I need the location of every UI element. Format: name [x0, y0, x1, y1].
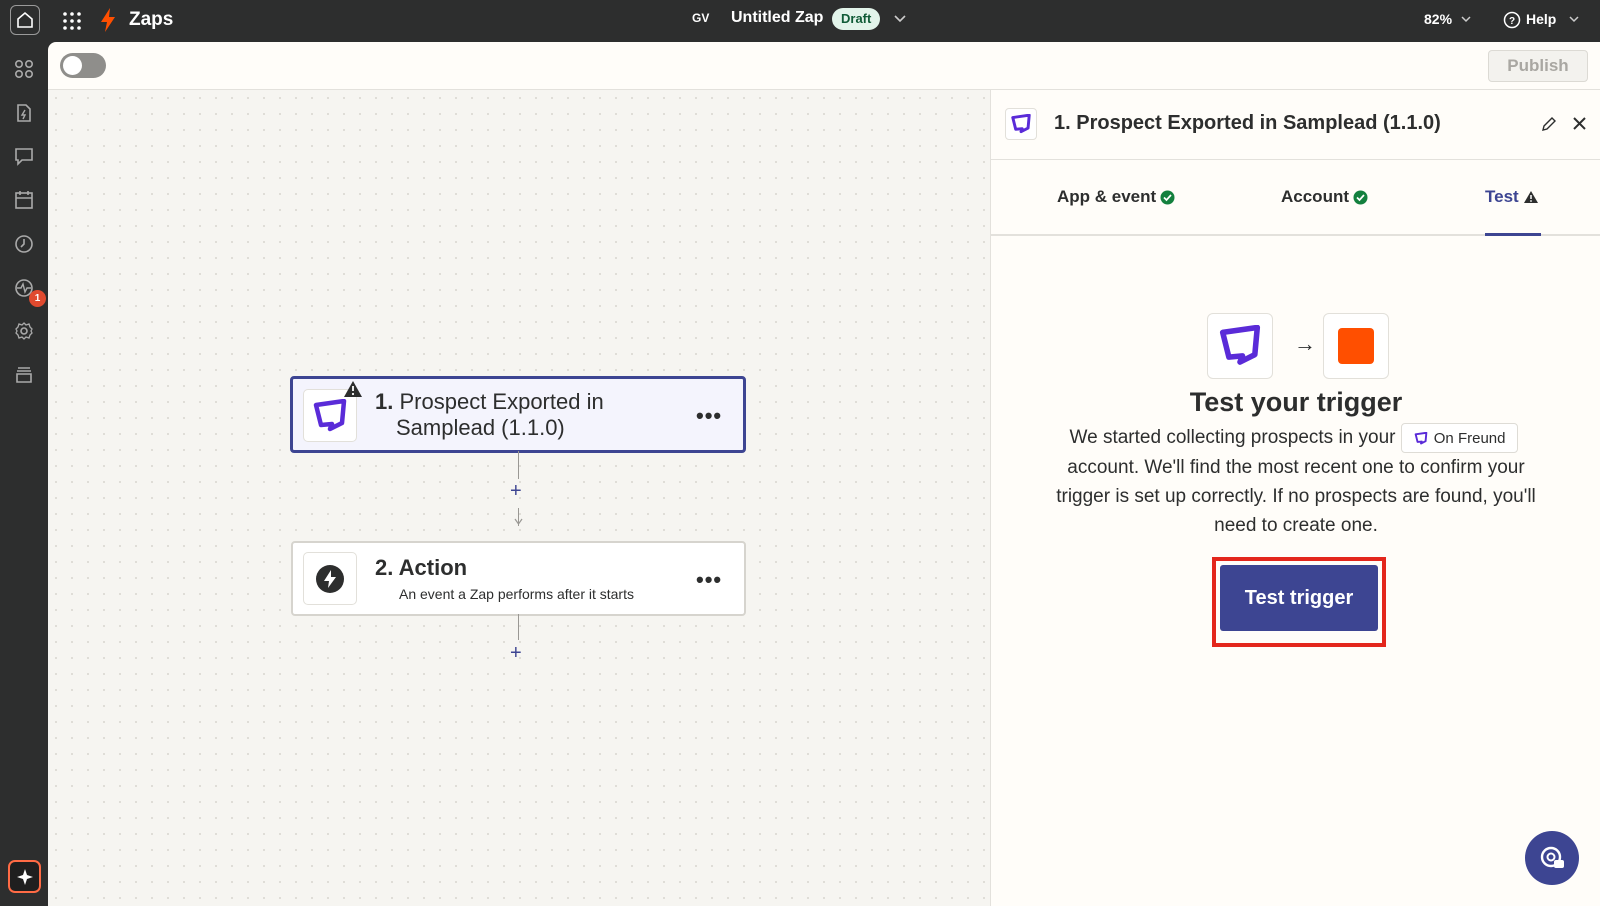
- account-name: On Freund: [1433, 429, 1506, 447]
- edit-pencil-icon[interactable]: [1541, 116, 1557, 132]
- close-icon[interactable]: [1571, 115, 1588, 132]
- arrow-right-icon: →: [1294, 331, 1316, 356]
- left-rail: 1: [0, 42, 48, 906]
- check-circle-icon: [1160, 190, 1175, 204]
- zapier-square-icon: [1338, 328, 1374, 364]
- help-menu[interactable]: Help: [1526, 11, 1556, 27]
- zaps-bolt-icon: [101, 8, 115, 32]
- svg-text:?: ?: [1509, 16, 1515, 27]
- tab-label: Account: [1281, 187, 1349, 206]
- warning-icon: [1523, 191, 1538, 203]
- home-icon: [17, 11, 33, 28]
- step-title: 2. Action: [375, 555, 467, 581]
- settings-icon[interactable]: [14, 321, 34, 341]
- step-menu-button[interactable]: •••: [696, 567, 722, 593]
- ai-assistant-button[interactable]: [8, 860, 41, 893]
- add-step-button[interactable]: +: [510, 480, 522, 503]
- step-details-panel: 1. Prospect Exported in Samplead (1.1.0)…: [990, 90, 1600, 906]
- samplead-logo-icon: [313, 398, 347, 431]
- apps-grid-icon[interactable]: [62, 11, 82, 31]
- tab-label: Test: [1485, 187, 1519, 206]
- test-trigger-button[interactable]: Test trigger: [1220, 565, 1378, 631]
- step-number: 1.: [375, 389, 394, 414]
- step-number: 2.: [375, 555, 394, 580]
- action-bolt-icon: [316, 564, 344, 593]
- zap-title[interactable]: Untitled Zap: [731, 9, 823, 27]
- check-circle-icon: [1353, 190, 1368, 204]
- step-title-line1: Prospect Exported in: [399, 389, 604, 414]
- panel-header: 1. Prospect Exported in Samplead (1.1.0): [991, 90, 1600, 160]
- samplead-logo-icon: [1219, 325, 1261, 365]
- top-bar: Zaps GV Untitled Zap Draft 82% ? Help: [0, 0, 1600, 42]
- cta-highlight-frame: Test trigger: [1212, 557, 1386, 647]
- connector-line: [518, 451, 519, 479]
- notification-badge: 1: [29, 290, 46, 307]
- chat-icon[interactable]: [14, 146, 34, 166]
- trigger-step-card[interactable]: 1. Prospect Exported in Samplead (1.1.0)…: [290, 376, 746, 453]
- support-chat-icon: [1540, 846, 1564, 868]
- panel-tabs: App & event Account Test: [991, 160, 1600, 236]
- step-title-line2: Samplead (1.1.0): [396, 415, 565, 440]
- tab-app-event[interactable]: App & event: [1057, 187, 1175, 207]
- help-circle-icon[interactable]: ?: [1503, 11, 1521, 29]
- connector-line: [518, 614, 519, 640]
- arrow-down-icon: [514, 518, 523, 526]
- support-chat-button[interactable]: [1525, 831, 1579, 885]
- test-heading: Test your trigger: [1189, 387, 1403, 417]
- app-name[interactable]: Zaps: [129, 9, 173, 31]
- tab-label: App & event: [1057, 187, 1157, 206]
- step-title: 1. Prospect Exported in: [375, 388, 604, 415]
- tab-test[interactable]: Test: [1485, 187, 1539, 207]
- samplead-logo-icon: [1414, 431, 1428, 444]
- step-subtitle: An event a Zap performs after it starts: [399, 586, 634, 602]
- samplead-logo-icon: [1011, 114, 1031, 134]
- zoom-chevron-icon[interactable]: [1460, 13, 1472, 25]
- action-step-card[interactable]: 2. Action An event a Zap performs after …: [291, 541, 746, 616]
- layers-icon[interactable]: [14, 365, 34, 385]
- zoom-level[interactable]: 82%: [1424, 11, 1452, 27]
- step-title-text: Action: [398, 555, 468, 580]
- zap-file-icon[interactable]: [14, 103, 34, 123]
- desc-after: account. We'll find the most recent one …: [1056, 457, 1536, 536]
- user-avatar[interactable]: GV: [692, 11, 709, 25]
- help-chevron-icon[interactable]: [1568, 13, 1580, 25]
- publish-button[interactable]: Publish: [1488, 50, 1588, 82]
- desc-before: We started collecting prospects in your: [1069, 427, 1396, 449]
- step-menu-button[interactable]: •••: [696, 403, 722, 429]
- samplead-app-box: [1207, 313, 1273, 379]
- apps-icon[interactable]: [14, 59, 34, 79]
- panel-title[interactable]: 1. Prospect Exported in Samplead (1.1.0): [1054, 112, 1441, 135]
- zapier-app-box: [1323, 313, 1389, 379]
- zap-canvas[interactable]: 1. Prospect Exported in Samplead (1.1.0)…: [48, 90, 990, 906]
- sparkle-icon: [16, 868, 33, 885]
- account-chip[interactable]: On Freund: [1400, 423, 1519, 453]
- editor-toolbar: Publish: [48, 42, 1600, 90]
- home-button[interactable]: [10, 5, 40, 35]
- zap-on-off-toggle[interactable]: [60, 53, 106, 78]
- panel-app-logo: [1005, 108, 1037, 140]
- active-tab-indicator: [1485, 233, 1541, 236]
- test-description: We started collecting prospects in your …: [1051, 423, 1541, 540]
- add-step-button[interactable]: +: [510, 642, 522, 665]
- tab-account[interactable]: Account: [1281, 187, 1368, 207]
- app-root: Zaps GV Untitled Zap Draft 82% ? Help 1 …: [0, 0, 1600, 906]
- tables-icon[interactable]: [14, 190, 34, 210]
- chevron-down-icon[interactable]: [893, 11, 907, 25]
- step-app-icon-box: [303, 552, 357, 605]
- history-icon[interactable]: [14, 234, 34, 254]
- status-badge: Draft: [832, 8, 881, 30]
- warning-icon: [344, 381, 362, 397]
